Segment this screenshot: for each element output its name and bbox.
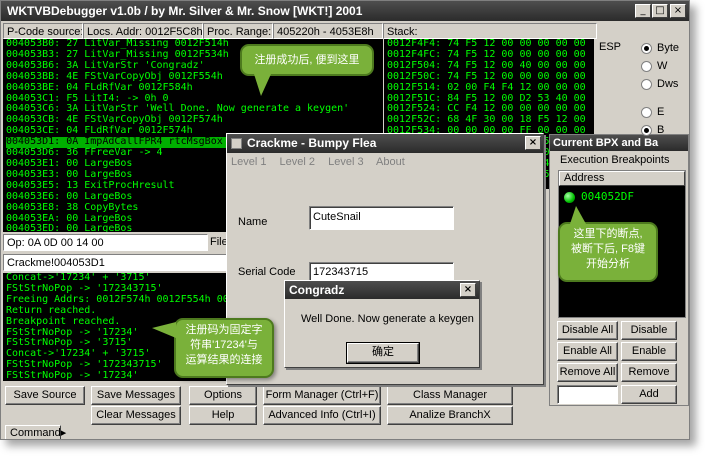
menu-about[interactable]: About [376, 156, 405, 168]
pcode-source-label: P-Code source: [3, 23, 83, 39]
stack-line: 0012F514: 02 00 F4 F4 12 00 00 00 [387, 81, 586, 93]
radio-byte[interactable] [641, 43, 652, 54]
breakpoint-dot-icon [564, 192, 575, 203]
form-manager-button[interactable]: Form Manager (Ctrl+F) [263, 386, 381, 405]
stack-line: 0012F50C: 74 F5 12 00 00 00 00 00 [387, 70, 586, 82]
menu-level-2[interactable]: Level 2 [280, 156, 315, 168]
maximize-button[interactable]: □ [652, 4, 668, 18]
breakpoint-note-line-1: 这里下的断点, [573, 228, 643, 240]
callout-pointer-icon [152, 322, 176, 338]
crackme-menu-bar: Level 1 Level 2 Level 3 About [227, 153, 543, 171]
radio-label: E [657, 106, 665, 118]
opcode-bytes: Op: 0A 0D 00 14 00 [3, 234, 208, 251]
address-column-header[interactable]: Address [559, 171, 685, 186]
proc-range-label: Proc. Range: [203, 23, 273, 39]
breakpoint-address-input[interactable] [557, 385, 618, 404]
disable-button[interactable]: Disable [621, 321, 677, 340]
serial-note-line-1: 注册码为固定字 [185, 324, 263, 336]
locals-address: Locs. Addr: 0012F5C8h [83, 23, 203, 39]
callout-pointer-icon [570, 206, 586, 224]
crackme-app-icon [231, 138, 242, 149]
crackme-close-button[interactable]: × [525, 136, 541, 150]
radio-label: W [657, 60, 668, 72]
register-success-callout: 注册成功后, 便到这里 [240, 44, 374, 76]
options-button[interactable]: Options [189, 386, 257, 405]
breakpoint-entry[interactable]: 004052DF [559, 189, 685, 205]
debugger-title-bar: WKTVBDebugger v1.0b / by Mr. Silver & Mr… [1, 1, 689, 21]
enable-button[interactable]: Enable [621, 342, 677, 361]
add-breakpoint-button[interactable]: Add [621, 385, 677, 404]
window-title: WKTVBDebugger v1.0b / by Mr. Silver & Mr… [7, 4, 363, 18]
radio-w[interactable] [641, 61, 652, 72]
radio-e[interactable] [641, 107, 652, 118]
remove-all-button[interactable]: Remove All [557, 363, 618, 382]
radio-dws[interactable] [641, 79, 652, 90]
save-messages-button[interactable]: Save Messages [91, 386, 181, 405]
radio-label: B [657, 124, 665, 136]
analize-branch-button[interactable]: Analize BranchX [387, 406, 513, 425]
chevron-right-icon: ▸ [60, 427, 67, 439]
radio-label: Dws [657, 78, 679, 90]
register-success-text: 注册成功后, 便到这里 [254, 54, 360, 66]
save-source-button[interactable]: Save Source [5, 386, 85, 405]
serial-callout: 注册码为固定字 符串'17234'与 运算结果的连接 [174, 318, 274, 378]
radio-label: Byte [657, 42, 680, 54]
name-input[interactable]: CuteSnail [309, 206, 454, 230]
execution-breakpoints-group: Execution Breakpoints [560, 154, 670, 166]
crackme-title-bar: Crackme - Bumpy Flea × [227, 134, 543, 153]
menu-level-3[interactable]: Level 3 [328, 156, 363, 168]
minimize-button[interactable]: _ [635, 4, 651, 18]
clear-messages-button[interactable]: Clear Messages [91, 406, 181, 425]
remove-button[interactable]: Remove [621, 363, 677, 382]
class-manager-button[interactable]: Class Manager [387, 386, 513, 405]
congradz-messagebox: Congradz × Well Done. Now generate a key… [284, 280, 480, 368]
pcode-line[interactable]: 004053BE: 04 FLdRfVar 0012F584h [6, 82, 383, 94]
disable-all-button[interactable]: Disable All [557, 321, 618, 340]
proc-range-value: 405220h - 4053E8h [273, 23, 383, 39]
serial-code-input[interactable]: 172343715 [309, 262, 454, 282]
close-button[interactable]: × [670, 4, 686, 18]
enable-all-button[interactable]: Enable All [557, 342, 618, 361]
messagebox-title: Congradz [289, 283, 345, 297]
ok-button[interactable]: 确定 [346, 342, 420, 364]
serial-note-line-2: 符串'17234'与 [190, 339, 258, 351]
breakpoint-address: 004052DF [581, 190, 634, 203]
serial-code-label: Serial Code [238, 266, 296, 278]
stack-label: Stack: [383, 23, 597, 39]
menu-level-1[interactable]: Level 1 [231, 156, 266, 168]
messagebox-text: Well Done. Now generate a keygen [301, 313, 474, 325]
advanced-info-button[interactable]: Advanced Info (Ctrl+I) [263, 406, 381, 425]
breakpoint-note-line-3: 开始分析 [586, 258, 630, 270]
log-line: Return reached. [6, 304, 97, 316]
serial-note-line-3: 运算结果的连接 [185, 354, 263, 366]
name-label: Name [238, 216, 268, 228]
messagebox-close-button[interactable]: × [460, 283, 476, 297]
crackme-title: Crackme - Bumpy Flea [247, 136, 377, 150]
command-tab-label: Command [10, 427, 61, 439]
current-procedure: Crackme!004053D1 [3, 254, 228, 271]
esp-label: ESP [599, 41, 622, 53]
callout-pointer-icon [254, 74, 271, 96]
command-tab[interactable]: Command▸ [5, 425, 66, 439]
help-button[interactable]: Help [189, 406, 257, 425]
messagebox-title-bar: Congradz × [285, 281, 479, 299]
radio-b[interactable] [641, 125, 652, 136]
bpx-panel-title: Current BPX and Ba [550, 135, 688, 151]
breakpoint-note-line-2: 被断下后, F8键 [571, 243, 645, 255]
breakpoint-callout: 这里下的断点, 被断下后, F8键 开始分析 [558, 222, 658, 282]
